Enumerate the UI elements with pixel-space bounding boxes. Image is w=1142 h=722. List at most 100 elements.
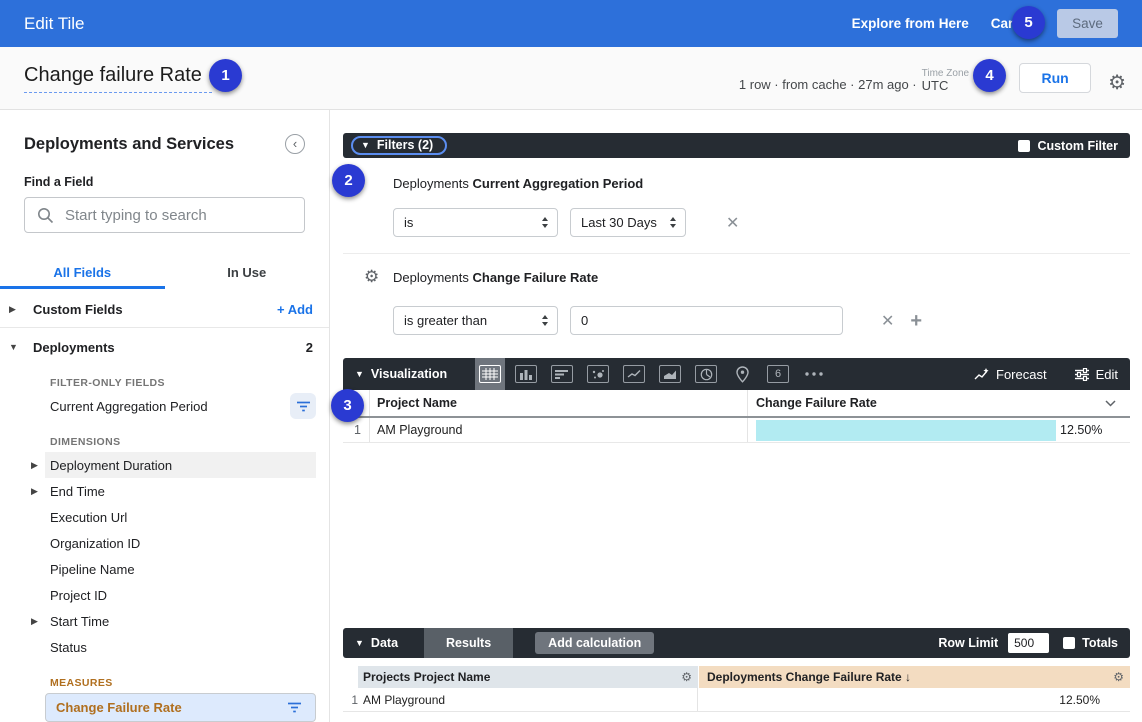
filter-field-name: Change Failure Rate	[473, 270, 599, 285]
annotation-badge-1: 1	[209, 59, 242, 92]
viz-type-pie-chart-icon[interactable]	[691, 358, 721, 390]
tile-title-editable[interactable]: Change failure Rate	[24, 64, 212, 93]
custom-filter-toggle[interactable]: Custom Filter	[1018, 139, 1118, 153]
annotation-badge-2: 2	[332, 164, 365, 197]
data-results-table: Projects Project Name ⚙ Deployments Chan…	[343, 666, 1130, 712]
results-tab[interactable]: Results	[424, 628, 513, 658]
cell-change-failure-rate[interactable]: 12.50%	[699, 693, 1130, 707]
query-status-text: 1 row · from cache · 27m ago ·	[739, 77, 917, 93]
field-current-aggregation-period[interactable]: Current Aggregation Period	[45, 393, 316, 419]
field-start-time[interactable]: ▶Start Time	[45, 608, 316, 634]
cell-project-name[interactable]: AM Playground	[358, 688, 698, 711]
caret-down-icon[interactable]: ▼	[9, 342, 18, 352]
viz-type-line-chart-icon[interactable]	[619, 358, 649, 390]
field-picker-sidebar: Deployments and Services ‹ Find a Field …	[0, 110, 330, 722]
caret-down-icon[interactable]: ▼	[355, 638, 364, 648]
caret-right-icon[interactable]: ▶	[31, 486, 38, 497]
caret-down-icon: ▼	[361, 140, 370, 150]
row-limit-input[interactable]	[1008, 633, 1049, 653]
filter-row-change-failure-rate: ⚙ Deployments Change Failure Rate is gre…	[343, 254, 1130, 335]
field-execution-url[interactable]: Execution Url	[45, 504, 316, 530]
filter-icon[interactable]	[281, 695, 307, 721]
active-tab-underline	[0, 286, 165, 289]
cell-project-name[interactable]: AM Playground	[369, 418, 747, 442]
data-section-bar: ▼ Data Results Add calculation Row Limit…	[343, 628, 1130, 658]
run-button[interactable]: Run	[1019, 63, 1091, 93]
fields-in-use-count: 2	[306, 340, 313, 355]
row-limit-label: Row Limit	[938, 636, 998, 650]
viz-type-single-value-icon[interactable]: 6	[763, 358, 793, 390]
custom-filter-checkbox[interactable]	[1018, 140, 1030, 152]
select-stepper-icon	[669, 216, 677, 229]
caret-right-icon[interactable]: ▶	[31, 616, 38, 627]
search-icon	[37, 207, 54, 224]
field-end-time[interactable]: ▶End Time	[45, 478, 316, 504]
explore-from-here-link[interactable]: Explore from Here	[852, 16, 969, 31]
section-measures: MEASURES	[0, 672, 329, 693]
caret-right-icon[interactable]: ▶	[31, 460, 38, 471]
field-tabs: All Fields In Use	[0, 256, 329, 289]
viz-type-scatter-icon[interactable]	[583, 358, 613, 390]
find-field-label: Find a Field	[24, 175, 305, 189]
filter-operator-select[interactable]: is greater than	[393, 306, 558, 335]
chevron-down-icon[interactable]	[1105, 400, 1116, 407]
add-calculation-button[interactable]: Add calculation	[535, 632, 654, 654]
viz-type-bar-chart-icon[interactable]	[547, 358, 577, 390]
custom-fields-group[interactable]: ▶ Custom Fields + Add	[0, 296, 329, 322]
tab-all-fields[interactable]: All Fields	[0, 256, 165, 289]
cell-change-failure-rate[interactable]: 12.50%	[747, 418, 1130, 442]
totals-checkbox[interactable]	[1063, 637, 1075, 649]
viz-type-map-icon[interactable]	[727, 358, 757, 390]
caret-down-icon[interactable]: ▼	[355, 369, 364, 379]
field-deployment-duration[interactable]: ▶Deployment Duration	[45, 452, 316, 478]
tab-in-use[interactable]: In Use	[165, 256, 330, 289]
filter-value-input[interactable]	[570, 306, 843, 335]
viz-col-change-failure-rate[interactable]: Change Failure Rate	[747, 390, 1130, 416]
field-project-id[interactable]: Project ID	[45, 582, 316, 608]
column-gear-icon[interactable]: ⚙	[1113, 670, 1124, 684]
filters-toggle[interactable]: ▼ Filters (2)	[351, 136, 447, 155]
add-custom-field-button[interactable]: + Add	[277, 302, 313, 317]
viz-type-area-chart-icon[interactable]	[655, 358, 685, 390]
field-list: ▶ Custom Fields + Add ▼ Deployments 2 FI…	[0, 296, 329, 722]
filter-field-name: Current Aggregation Period	[473, 176, 644, 191]
deployments-group[interactable]: ▼ Deployments 2	[0, 334, 329, 360]
field-status[interactable]: Status	[45, 634, 316, 660]
viz-table-row[interactable]: 1 AM Playground 12.50%	[343, 418, 1130, 443]
viz-type-table-icon[interactable]	[475, 358, 505, 390]
caret-right-icon[interactable]: ▶	[9, 304, 16, 315]
field-pipeline-name[interactable]: Pipeline Name	[45, 556, 316, 582]
filter-icon[interactable]	[290, 393, 316, 419]
viz-type-column-chart-icon[interactable]	[511, 358, 541, 390]
save-button[interactable]: Save	[1057, 9, 1118, 38]
annotation-badge-3: 3	[331, 389, 364, 422]
filter-view-name: Deployments	[393, 176, 469, 191]
data-col-project-name[interactable]: Projects Project Name ⚙	[358, 666, 698, 688]
add-filter-icon[interactable]: +	[910, 311, 922, 331]
column-gear-icon[interactable]: ⚙	[681, 670, 692, 684]
collapse-sidebar-icon[interactable]: ‹	[285, 134, 305, 154]
field-search-box[interactable]	[24, 197, 305, 233]
forecast-button[interactable]: Forecast	[974, 367, 1047, 382]
row-number: 1	[343, 693, 358, 707]
filter-value-select[interactable]: Last 30 Days	[570, 208, 686, 237]
annotation-badge-4: 4	[973, 59, 1006, 92]
data-col-change-failure-rate[interactable]: Deployments Change Failure Rate ↓ ⚙	[699, 666, 1130, 688]
field-search-input[interactable]	[65, 207, 292, 224]
query-settings-gear-icon[interactable]: ⚙	[1108, 73, 1126, 93]
edit-viz-button[interactable]: Edit	[1075, 367, 1118, 382]
remove-filter-icon[interactable]: ✕	[726, 213, 739, 233]
remove-filter-icon[interactable]: ✕	[881, 311, 894, 331]
data-table-row[interactable]: 1 AM Playground 12.50%	[343, 688, 1130, 712]
select-stepper-icon	[541, 314, 549, 327]
timezone-value: UTC	[922, 79, 969, 93]
field-change-failure-rate[interactable]: Change Failure Rate	[45, 693, 316, 722]
field-organization-id[interactable]: Organization ID	[45, 530, 316, 556]
viz-type-more-icon[interactable]	[799, 358, 829, 390]
row-number: 1	[343, 423, 369, 437]
totals-toggle[interactable]: Totals	[1063, 636, 1118, 650]
filter-gear-icon[interactable]: ⚙	[364, 268, 379, 285]
divider	[0, 327, 329, 328]
filter-operator-select[interactable]: is	[393, 208, 558, 237]
viz-col-project-name[interactable]: Project Name	[369, 390, 747, 416]
